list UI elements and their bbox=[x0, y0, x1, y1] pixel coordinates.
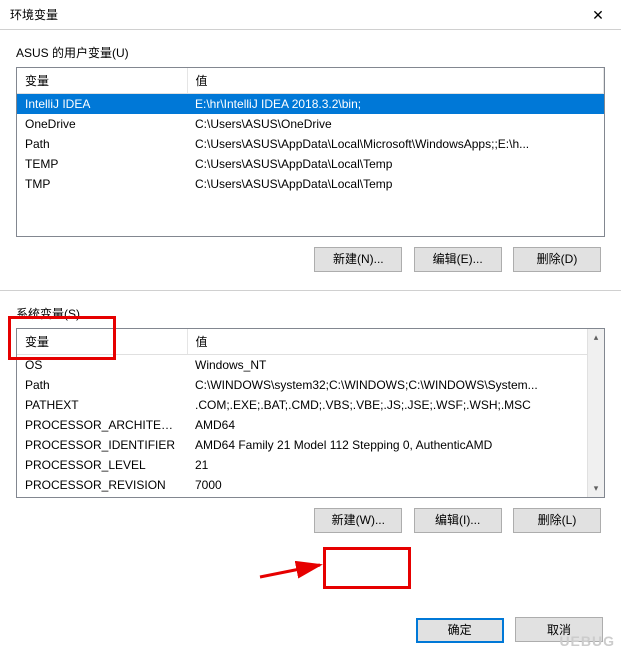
table-row[interactable]: IntelliJ IDEA E:\hr\IntelliJ IDEA 2018.3… bbox=[17, 94, 604, 115]
user-variables-section: ASUS 的用户变量(U) 变量 值 IntelliJ IDEA E:\hr\I… bbox=[16, 44, 605, 272]
divider bbox=[0, 290, 621, 291]
cell-var: Path bbox=[17, 134, 187, 154]
table-row[interactable]: Path C:\Users\ASUS\AppData\Local\Microso… bbox=[17, 134, 604, 154]
annotation-highlight bbox=[8, 316, 116, 360]
annotation-highlight bbox=[323, 547, 411, 589]
cell-var: PROCESSOR_ARCHITECT... bbox=[17, 415, 187, 435]
cancel-button[interactable]: 取消 bbox=[515, 617, 603, 642]
cell-val: Windows_NT bbox=[187, 355, 604, 376]
cell-val: 21 bbox=[187, 455, 604, 475]
user-delete-button[interactable]: 删除(D) bbox=[513, 247, 601, 272]
col-value[interactable]: 值 bbox=[187, 68, 604, 94]
dialog-buttons: 确定 取消 bbox=[408, 617, 603, 643]
cell-val: E:\hr\IntelliJ IDEA 2018.3.2\bin; bbox=[187, 94, 604, 115]
table-row[interactable]: PATHEXT .COM;.EXE;.BAT;.CMD;.VBS;.VBE;.J… bbox=[17, 395, 604, 415]
cell-val: AMD64 Family 21 Model 112 Stepping 0, Au… bbox=[187, 435, 604, 455]
cell-val: C:\WINDOWS\system32;C:\WINDOWS;C:\WINDOW… bbox=[187, 375, 604, 395]
scrollbar[interactable]: ▴ ▾ bbox=[587, 329, 604, 497]
user-section-label: ASUS 的用户变量(U) bbox=[16, 44, 605, 61]
cell-val: AMD64 bbox=[187, 415, 604, 435]
user-new-button[interactable]: 新建(N)... bbox=[314, 247, 402, 272]
cell-var: TEMP bbox=[17, 154, 187, 174]
cell-var: TMP bbox=[17, 174, 187, 194]
table-row[interactable]: PROCESSOR_LEVEL 21 bbox=[17, 455, 604, 475]
cell-var: Path bbox=[17, 375, 187, 395]
cell-val: C:\Users\ASUS\AppData\Local\Temp bbox=[187, 174, 604, 194]
close-icon: ✕ bbox=[592, 7, 604, 24]
table-row[interactable]: Path C:\WINDOWS\system32;C:\WINDOWS;C:\W… bbox=[17, 375, 604, 395]
table-row[interactable]: TMP C:\Users\ASUS\AppData\Local\Temp bbox=[17, 174, 604, 194]
cell-val: C:\Users\ASUS\AppData\Local\Temp bbox=[187, 154, 604, 174]
table-row[interactable]: PROCESSOR_IDENTIFIER AMD64 Family 21 Mod… bbox=[17, 435, 604, 455]
window-title: 环境变量 bbox=[10, 6, 58, 23]
table-row[interactable]: TEMP C:\Users\ASUS\AppData\Local\Temp bbox=[17, 154, 604, 174]
table-row[interactable]: PROCESSOR_REVISION 7000 bbox=[17, 475, 604, 495]
col-value[interactable]: 值 bbox=[187, 329, 604, 355]
cell-var: PROCESSOR_IDENTIFIER bbox=[17, 435, 187, 455]
close-button[interactable]: ✕ bbox=[575, 0, 621, 30]
scroll-up-icon[interactable]: ▴ bbox=[588, 329, 604, 346]
user-variables-table[interactable]: 变量 值 IntelliJ IDEA E:\hr\IntelliJ IDEA 2… bbox=[16, 67, 605, 237]
user-edit-button[interactable]: 编辑(E)... bbox=[414, 247, 502, 272]
table-row[interactable]: OneDrive C:\Users\ASUS\OneDrive bbox=[17, 114, 604, 134]
titlebar: 环境变量 ✕ bbox=[0, 0, 621, 30]
system-delete-button[interactable]: 删除(L) bbox=[513, 508, 601, 533]
cell-var: PROCESSOR_LEVEL bbox=[17, 455, 187, 475]
ok-button[interactable]: 确定 bbox=[416, 618, 504, 643]
system-new-button[interactable]: 新建(W)... bbox=[314, 508, 402, 533]
cell-val: .COM;.EXE;.BAT;.CMD;.VBS;.VBE;.JS;.JSE;.… bbox=[187, 395, 604, 415]
system-edit-button[interactable]: 编辑(I)... bbox=[414, 508, 502, 533]
scroll-down-icon[interactable]: ▾ bbox=[588, 480, 604, 497]
cell-var: IntelliJ IDEA bbox=[17, 94, 187, 115]
cell-var: OneDrive bbox=[17, 114, 187, 134]
cell-val: 7000 bbox=[187, 475, 604, 495]
table-row[interactable]: PROCESSOR_ARCHITECT... AMD64 bbox=[17, 415, 604, 435]
cell-var: PATHEXT bbox=[17, 395, 187, 415]
cell-val: C:\Users\ASUS\OneDrive bbox=[187, 114, 604, 134]
cell-val: C:\Users\ASUS\AppData\Local\Microsoft\Wi… bbox=[187, 134, 604, 154]
cell-var: PROCESSOR_REVISION bbox=[17, 475, 187, 495]
col-variable[interactable]: 变量 bbox=[17, 68, 187, 94]
